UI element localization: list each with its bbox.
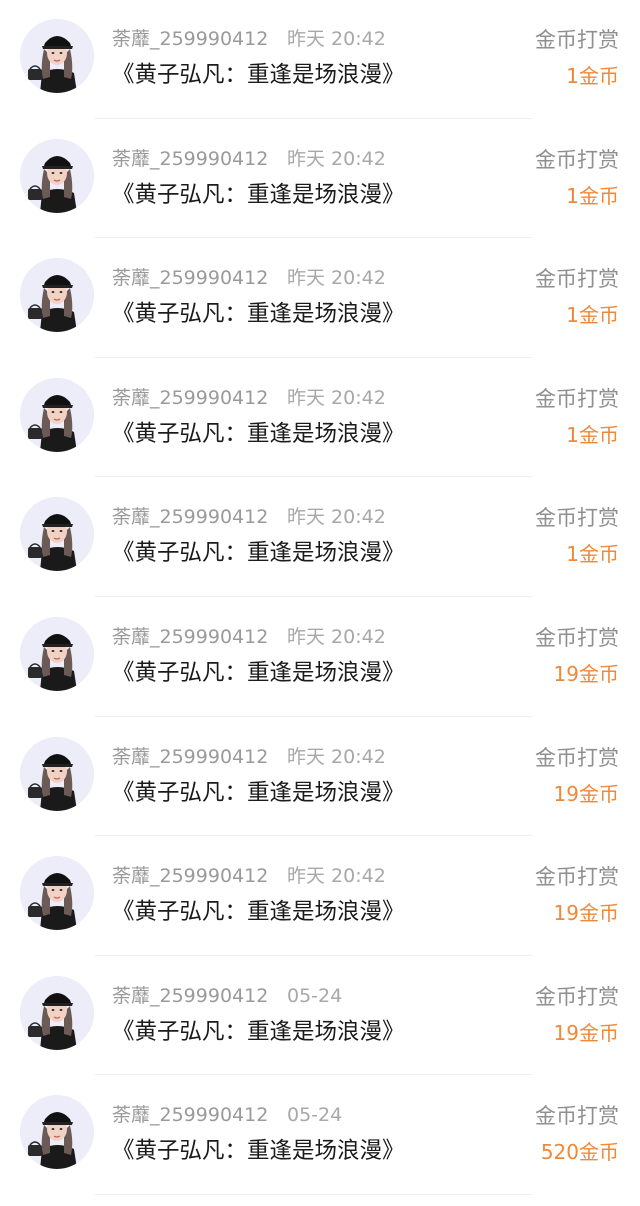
- username[interactable]: 荼蘼_259990412: [112, 863, 268, 889]
- row-divider: [95, 1193, 532, 1195]
- username[interactable]: 荼蘼_259990412: [112, 1102, 268, 1128]
- list-item[interactable]: 荼蘼_259990412 昨天 20:42 《黄子弘凡：重逢是场浪漫》 金币打赏…: [0, 120, 640, 240]
- avatar[interactable]: [20, 616, 94, 691]
- work-title[interactable]: 《黄子弘凡：重逢是场浪漫》: [112, 538, 405, 568]
- username[interactable]: 荼蘼_259990412: [112, 265, 268, 291]
- record-type-label: 金币打赏: [535, 506, 619, 531]
- row-divider: [95, 117, 532, 119]
- avatar[interactable]: [20, 1095, 94, 1170]
- user-avatar-photo-icon: [20, 258, 94, 333]
- user-avatar-photo-icon: [20, 138, 94, 213]
- row-divider: [95, 1074, 532, 1076]
- record-type-label: 金币打赏: [535, 625, 619, 650]
- timestamp: 昨天 20:42: [287, 506, 386, 529]
- row-divider: [95, 954, 532, 956]
- user-avatar-photo-icon: [20, 497, 94, 572]
- list-item[interactable]: 荼蘼_259990412 05-24 《黄子弘凡：重逢是场浪漫》 金币打赏 19…: [0, 957, 640, 1077]
- timestamp: 昨天 20:42: [287, 147, 386, 170]
- work-title[interactable]: 《黄子弘凡：重逢是场浪漫》: [112, 897, 405, 927]
- user-avatar-photo-icon: [20, 616, 94, 691]
- coin-amount: 19金币: [553, 901, 619, 926]
- row-divider: [95, 356, 532, 358]
- user-avatar-photo-icon: [20, 19, 94, 93]
- work-title[interactable]: 《黄子弘凡：重逢是场浪漫》: [112, 60, 405, 90]
- record-type-label: 金币打赏: [535, 1104, 619, 1129]
- record-type-label: 金币打赏: [535, 147, 619, 172]
- timestamp: 昨天 20:42: [287, 28, 386, 50]
- username[interactable]: 荼蘼_259990412: [112, 744, 268, 770]
- list-item[interactable]: 荼蘼_259990412 昨天 20:42 《黄子弘凡：重逢是场浪漫》 金币打赏…: [0, 478, 640, 598]
- avatar[interactable]: [20, 497, 94, 572]
- row-divider: [95, 595, 532, 597]
- record-type-label: 金币打赏: [535, 865, 619, 890]
- username[interactable]: 荼蘼_259990412: [112, 983, 268, 1009]
- timestamp: 昨天 20:42: [287, 625, 386, 648]
- timestamp: 05-24: [287, 1104, 343, 1127]
- list-item[interactable]: 荼蘼_259990412 昨天 20:42 《黄子弘凡：重逢是场浪漫》 金币打赏…: [0, 0, 640, 120]
- coin-amount: 1金币: [566, 303, 619, 328]
- avatar[interactable]: [20, 258, 94, 333]
- work-title[interactable]: 《黄子弘凡：重逢是场浪漫》: [112, 778, 405, 808]
- coin-amount: 19金币: [553, 781, 619, 806]
- timestamp: 昨天 20:42: [287, 267, 386, 290]
- user-avatar-photo-icon: [20, 856, 94, 931]
- avatar[interactable]: [20, 19, 94, 93]
- work-title[interactable]: 《黄子弘凡：重逢是场浪漫》: [112, 658, 405, 688]
- coin-amount: 1金币: [566, 64, 619, 88]
- list-item[interactable]: 荼蘼_259990412 05-24 《黄子弘凡：重逢是场浪漫》 金币打赏 52…: [0, 1076, 640, 1196]
- timestamp: 05-24: [287, 984, 343, 1007]
- row-divider: [95, 476, 532, 478]
- avatar[interactable]: [20, 736, 94, 811]
- reward-record-list: 荼蘼_259990412 昨天 20:42 《黄子弘凡：重逢是场浪漫》 金币打赏…: [0, 0, 640, 1196]
- work-title[interactable]: 《黄子弘凡：重逢是场浪漫》: [112, 180, 405, 210]
- work-title[interactable]: 《黄子弘凡：重逢是场浪漫》: [112, 1136, 405, 1166]
- user-avatar-photo-icon: [20, 1095, 94, 1170]
- work-title[interactable]: 《黄子弘凡：重逢是场浪漫》: [112, 299, 405, 329]
- record-type-label: 金币打赏: [535, 745, 619, 770]
- work-title[interactable]: 《黄子弘凡：重逢是场浪漫》: [112, 419, 405, 449]
- username[interactable]: 荼蘼_259990412: [112, 624, 268, 650]
- record-type-label: 金币打赏: [535, 28, 619, 52]
- row-divider: [95, 237, 532, 239]
- username[interactable]: 荼蘼_259990412: [112, 385, 268, 411]
- work-title[interactable]: 《黄子弘凡：重逢是场浪漫》: [112, 1017, 405, 1047]
- avatar[interactable]: [20, 975, 94, 1050]
- coin-amount: 1金币: [566, 542, 619, 567]
- list-item[interactable]: 荼蘼_259990412 昨天 20:42 《黄子弘凡：重逢是场浪漫》 金币打赏…: [0, 718, 640, 838]
- timestamp: 昨天 20:42: [287, 865, 386, 888]
- user-avatar-photo-icon: [20, 736, 94, 811]
- user-avatar-photo-icon: [20, 377, 94, 452]
- row-divider: [95, 835, 532, 837]
- timestamp: 昨天 20:42: [287, 745, 386, 768]
- user-avatar-photo-icon: [20, 975, 94, 1050]
- avatar[interactable]: [20, 138, 94, 213]
- record-type-label: 金币打赏: [535, 267, 619, 292]
- timestamp: 昨天 20:42: [287, 386, 386, 409]
- coin-amount: 1金币: [566, 183, 619, 208]
- list-item[interactable]: 荼蘼_259990412 昨天 20:42 《黄子弘凡：重逢是场浪漫》 金币打赏…: [0, 359, 640, 479]
- row-divider: [95, 715, 532, 717]
- coin-amount: 19金币: [553, 661, 619, 686]
- coin-amount: 19金币: [553, 1020, 619, 1045]
- avatar[interactable]: [20, 377, 94, 452]
- coin-amount: 1金币: [566, 422, 619, 447]
- coin-amount: 520金币: [540, 1140, 619, 1165]
- list-item[interactable]: 荼蘼_259990412 昨天 20:42 《黄子弘凡：重逢是场浪漫》 金币打赏…: [0, 598, 640, 718]
- record-type-label: 金币打赏: [535, 984, 619, 1009]
- username[interactable]: 荼蘼_259990412: [112, 504, 268, 530]
- record-type-label: 金币打赏: [535, 386, 619, 411]
- username[interactable]: 荼蘼_259990412: [112, 146, 268, 172]
- list-item[interactable]: 荼蘼_259990412 昨天 20:42 《黄子弘凡：重逢是场浪漫》 金币打赏…: [0, 837, 640, 957]
- avatar[interactable]: [20, 856, 94, 931]
- username[interactable]: 荼蘼_259990412: [112, 26, 268, 52]
- list-item[interactable]: 荼蘼_259990412 昨天 20:42 《黄子弘凡：重逢是场浪漫》 金币打赏…: [0, 239, 640, 359]
